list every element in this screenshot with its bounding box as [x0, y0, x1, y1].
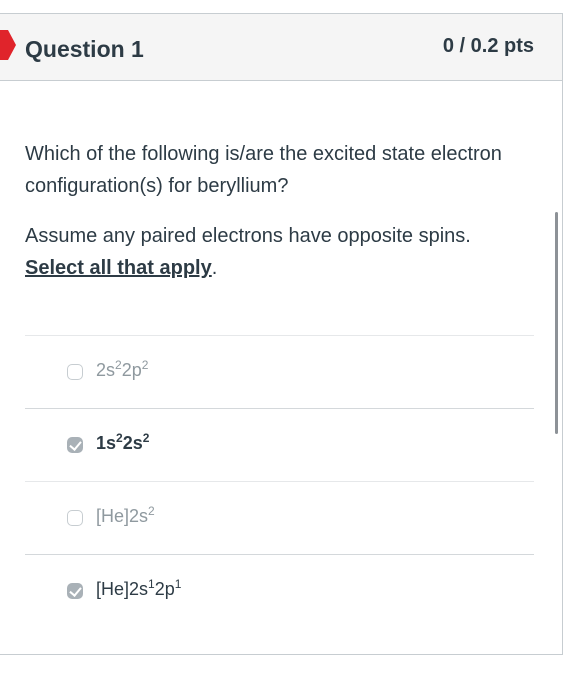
answer-checkbox[interactable]	[67, 364, 83, 380]
checkmark-icon	[69, 584, 82, 597]
answer-label: 2s22p2	[96, 358, 149, 381]
answer-superscript: 1	[148, 577, 155, 591]
answer-label-part: [He]2s	[96, 506, 149, 526]
answer-label-part: [He]2s	[96, 579, 149, 599]
answer-option-1[interactable]: 2s22p2	[25, 335, 534, 408]
answer-superscript: 2	[116, 431, 123, 445]
answer-checkbox[interactable]	[67, 510, 83, 526]
answer-checkbox[interactable]	[67, 437, 83, 453]
answer-label-part: 2s	[122, 433, 143, 453]
question-card: Question 1 0 / 0.2 pts Which of the foll…	[0, 13, 563, 655]
checkmark-icon	[69, 438, 82, 451]
answer-superscript: 2	[141, 358, 149, 372]
question-header: Question 1 0 / 0.2 pts	[0, 14, 562, 81]
answer-option-4[interactable]: [He]2s12p1	[25, 554, 534, 627]
flag-icon[interactable]	[0, 30, 16, 60]
answer-superscript: 2	[148, 504, 155, 518]
answer-checkbox[interactable]	[67, 583, 83, 599]
instruction-text: Assume any paired electrons have opposit…	[25, 225, 471, 247]
answer-label: [He]2s12p1	[96, 577, 182, 600]
question-title: Question 1	[25, 36, 144, 62]
question-points: 0 / 0.2 pts	[442, 35, 534, 57]
select-all-emphasis: Select all that apply	[25, 257, 212, 279]
instruction-period: .	[211, 257, 218, 279]
answer-label: [He]2s2	[96, 504, 155, 527]
answer-label-part: 1s	[96, 433, 117, 453]
scrollbar-thumb[interactable]	[555, 212, 558, 434]
answer-option-2[interactable]: 1s22s2	[25, 408, 534, 481]
answer-label-part: 2p	[154, 579, 175, 599]
answer-list: 2s22p2 1s22s2 [He]2s2 [He]2s12p1	[25, 335, 534, 627]
answer-label-part: 2p	[121, 360, 142, 380]
question-text: Which of the following is/are the excite…	[25, 143, 502, 197]
answer-superscript: 2	[115, 358, 122, 372]
answer-superscript: 1	[174, 577, 182, 591]
answer-label: 1s22s2	[96, 431, 150, 454]
question-instructions: Assume any paired electrons have opposit…	[25, 220, 525, 284]
answer-label-part: 2s	[96, 360, 116, 380]
answer-superscript: 2	[142, 431, 150, 445]
answer-option-3[interactable]: [He]2s2	[25, 481, 534, 554]
